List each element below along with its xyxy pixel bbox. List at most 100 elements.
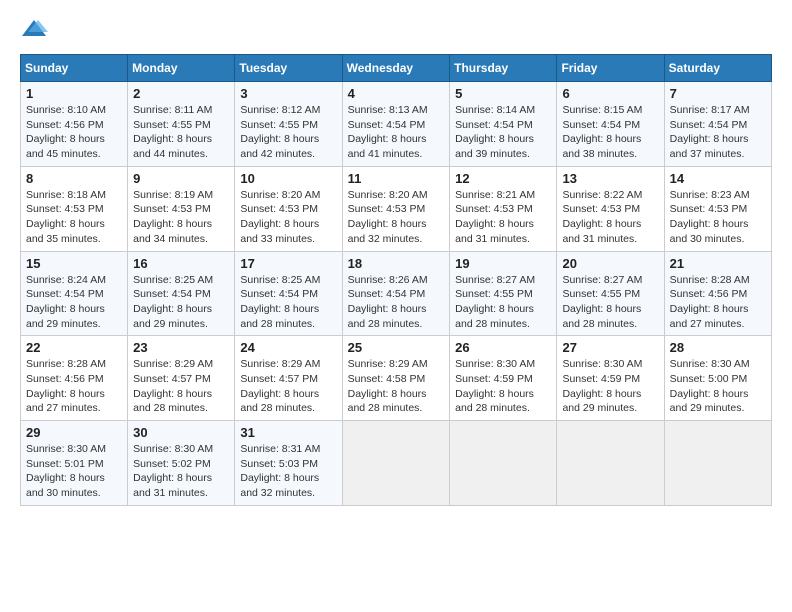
calendar-cell: 12 Sunrise: 8:21 AM Sunset: 4:53 PM Dayl… (450, 166, 557, 251)
page-header (20, 16, 772, 44)
day-detail: Sunrise: 8:28 AM Sunset: 4:56 PM Dayligh… (670, 273, 766, 332)
calendar-cell: 13 Sunrise: 8:22 AM Sunset: 4:53 PM Dayl… (557, 166, 664, 251)
day-number: 13 (562, 171, 658, 186)
calendar-cell: 7 Sunrise: 8:17 AM Sunset: 4:54 PM Dayli… (664, 82, 771, 167)
day-detail: Sunrise: 8:19 AM Sunset: 4:53 PM Dayligh… (133, 188, 229, 247)
calendar-week-row: 29 Sunrise: 8:30 AM Sunset: 5:01 PM Dayl… (21, 421, 772, 506)
calendar-cell: 18 Sunrise: 8:26 AM Sunset: 4:54 PM Dayl… (342, 251, 450, 336)
day-number: 15 (26, 256, 122, 271)
day-number: 24 (240, 340, 336, 355)
weekday-header: Monday (128, 55, 235, 82)
day-number: 25 (348, 340, 445, 355)
day-detail: Sunrise: 8:30 AM Sunset: 4:59 PM Dayligh… (455, 357, 551, 416)
day-number: 27 (562, 340, 658, 355)
day-number: 8 (26, 171, 122, 186)
day-number: 5 (455, 86, 551, 101)
calendar-cell: 23 Sunrise: 8:29 AM Sunset: 4:57 PM Dayl… (128, 336, 235, 421)
day-detail: Sunrise: 8:17 AM Sunset: 4:54 PM Dayligh… (670, 103, 766, 162)
day-number: 10 (240, 171, 336, 186)
day-detail: Sunrise: 8:24 AM Sunset: 4:54 PM Dayligh… (26, 273, 122, 332)
calendar-cell: 1 Sunrise: 8:10 AM Sunset: 4:56 PM Dayli… (21, 82, 128, 167)
day-detail: Sunrise: 8:10 AM Sunset: 4:56 PM Dayligh… (26, 103, 122, 162)
calendar-cell (342, 421, 450, 506)
calendar-cell: 30 Sunrise: 8:30 AM Sunset: 5:02 PM Dayl… (128, 421, 235, 506)
weekday-header: Wednesday (342, 55, 450, 82)
day-detail: Sunrise: 8:25 AM Sunset: 4:54 PM Dayligh… (240, 273, 336, 332)
day-detail: Sunrise: 8:14 AM Sunset: 4:54 PM Dayligh… (455, 103, 551, 162)
weekday-header: Tuesday (235, 55, 342, 82)
day-detail: Sunrise: 8:30 AM Sunset: 5:02 PM Dayligh… (133, 442, 229, 501)
calendar-cell: 17 Sunrise: 8:25 AM Sunset: 4:54 PM Dayl… (235, 251, 342, 336)
calendar-cell (664, 421, 771, 506)
weekday-header: Thursday (450, 55, 557, 82)
day-number: 3 (240, 86, 336, 101)
weekday-header: Friday (557, 55, 664, 82)
day-detail: Sunrise: 8:28 AM Sunset: 4:56 PM Dayligh… (26, 357, 122, 416)
day-detail: Sunrise: 8:31 AM Sunset: 5:03 PM Dayligh… (240, 442, 336, 501)
day-detail: Sunrise: 8:22 AM Sunset: 4:53 PM Dayligh… (562, 188, 658, 247)
day-number: 16 (133, 256, 229, 271)
calendar-cell: 21 Sunrise: 8:28 AM Sunset: 4:56 PM Dayl… (664, 251, 771, 336)
day-number: 19 (455, 256, 551, 271)
weekday-header: Sunday (21, 55, 128, 82)
day-detail: Sunrise: 8:12 AM Sunset: 4:55 PM Dayligh… (240, 103, 336, 162)
day-number: 4 (348, 86, 445, 101)
calendar-cell: 9 Sunrise: 8:19 AM Sunset: 4:53 PM Dayli… (128, 166, 235, 251)
day-detail: Sunrise: 8:23 AM Sunset: 4:53 PM Dayligh… (670, 188, 766, 247)
day-number: 26 (455, 340, 551, 355)
day-number: 7 (670, 86, 766, 101)
day-number: 29 (26, 425, 122, 440)
calendar-cell: 25 Sunrise: 8:29 AM Sunset: 4:58 PM Dayl… (342, 336, 450, 421)
calendar-cell (557, 421, 664, 506)
day-detail: Sunrise: 8:29 AM Sunset: 4:57 PM Dayligh… (240, 357, 336, 416)
calendar-cell (450, 421, 557, 506)
calendar-week-row: 22 Sunrise: 8:28 AM Sunset: 4:56 PM Dayl… (21, 336, 772, 421)
weekday-header: Saturday (664, 55, 771, 82)
calendar-cell: 5 Sunrise: 8:14 AM Sunset: 4:54 PM Dayli… (450, 82, 557, 167)
calendar-cell: 28 Sunrise: 8:30 AM Sunset: 5:00 PM Dayl… (664, 336, 771, 421)
day-number: 30 (133, 425, 229, 440)
day-detail: Sunrise: 8:30 AM Sunset: 4:59 PM Dayligh… (562, 357, 658, 416)
day-number: 20 (562, 256, 658, 271)
logo-icon (20, 16, 48, 44)
calendar-cell: 2 Sunrise: 8:11 AM Sunset: 4:55 PM Dayli… (128, 82, 235, 167)
day-number: 28 (670, 340, 766, 355)
calendar-cell: 20 Sunrise: 8:27 AM Sunset: 4:55 PM Dayl… (557, 251, 664, 336)
day-detail: Sunrise: 8:20 AM Sunset: 4:53 PM Dayligh… (348, 188, 445, 247)
day-detail: Sunrise: 8:13 AM Sunset: 4:54 PM Dayligh… (348, 103, 445, 162)
calendar-cell: 31 Sunrise: 8:31 AM Sunset: 5:03 PM Dayl… (235, 421, 342, 506)
day-number: 9 (133, 171, 229, 186)
day-number: 17 (240, 256, 336, 271)
calendar-cell: 19 Sunrise: 8:27 AM Sunset: 4:55 PM Dayl… (450, 251, 557, 336)
calendar-week-row: 8 Sunrise: 8:18 AM Sunset: 4:53 PM Dayli… (21, 166, 772, 251)
day-detail: Sunrise: 8:26 AM Sunset: 4:54 PM Dayligh… (348, 273, 445, 332)
calendar-cell: 27 Sunrise: 8:30 AM Sunset: 4:59 PM Dayl… (557, 336, 664, 421)
calendar-cell: 22 Sunrise: 8:28 AM Sunset: 4:56 PM Dayl… (21, 336, 128, 421)
day-detail: Sunrise: 8:11 AM Sunset: 4:55 PM Dayligh… (133, 103, 229, 162)
calendar-table: SundayMondayTuesdayWednesdayThursdayFrid… (20, 54, 772, 506)
day-detail: Sunrise: 8:29 AM Sunset: 4:58 PM Dayligh… (348, 357, 445, 416)
calendar-cell: 16 Sunrise: 8:25 AM Sunset: 4:54 PM Dayl… (128, 251, 235, 336)
day-number: 6 (562, 86, 658, 101)
day-detail: Sunrise: 8:27 AM Sunset: 4:55 PM Dayligh… (455, 273, 551, 332)
day-number: 11 (348, 171, 445, 186)
day-detail: Sunrise: 8:21 AM Sunset: 4:53 PM Dayligh… (455, 188, 551, 247)
calendar-cell: 26 Sunrise: 8:30 AM Sunset: 4:59 PM Dayl… (450, 336, 557, 421)
day-number: 22 (26, 340, 122, 355)
day-number: 31 (240, 425, 336, 440)
calendar-cell: 15 Sunrise: 8:24 AM Sunset: 4:54 PM Dayl… (21, 251, 128, 336)
calendar-week-row: 1 Sunrise: 8:10 AM Sunset: 4:56 PM Dayli… (21, 82, 772, 167)
day-detail: Sunrise: 8:18 AM Sunset: 4:53 PM Dayligh… (26, 188, 122, 247)
logo (20, 16, 52, 44)
calendar-cell: 8 Sunrise: 8:18 AM Sunset: 4:53 PM Dayli… (21, 166, 128, 251)
calendar-cell: 10 Sunrise: 8:20 AM Sunset: 4:53 PM Dayl… (235, 166, 342, 251)
day-number: 12 (455, 171, 551, 186)
calendar-cell: 14 Sunrise: 8:23 AM Sunset: 4:53 PM Dayl… (664, 166, 771, 251)
calendar-cell: 24 Sunrise: 8:29 AM Sunset: 4:57 PM Dayl… (235, 336, 342, 421)
day-detail: Sunrise: 8:30 AM Sunset: 5:00 PM Dayligh… (670, 357, 766, 416)
day-detail: Sunrise: 8:29 AM Sunset: 4:57 PM Dayligh… (133, 357, 229, 416)
day-number: 2 (133, 86, 229, 101)
day-number: 1 (26, 86, 122, 101)
day-number: 18 (348, 256, 445, 271)
day-detail: Sunrise: 8:15 AM Sunset: 4:54 PM Dayligh… (562, 103, 658, 162)
